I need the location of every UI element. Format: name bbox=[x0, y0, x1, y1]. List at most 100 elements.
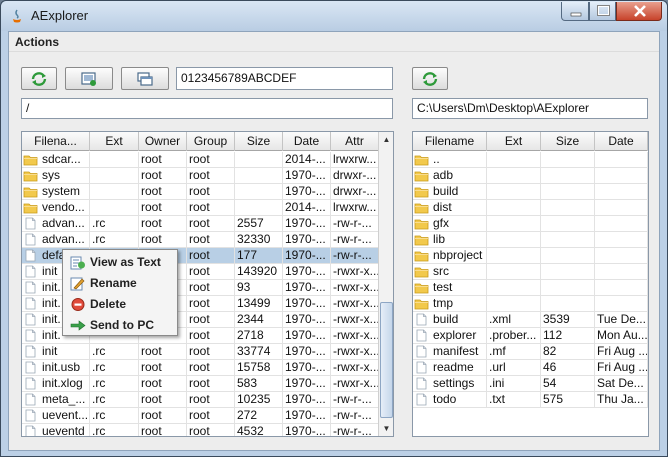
size-cell bbox=[541, 168, 595, 184]
device-table-row[interactable]: advan... .rc root root 2557 1970-... -rw-r-... bbox=[22, 216, 379, 232]
device-refresh-button[interactable] bbox=[21, 67, 57, 90]
pc-table-row[interactable]: tmp bbox=[413, 296, 648, 312]
device-table-row[interactable]: advan... .rc root root 32330 1970-... -rw-r-..… bbox=[22, 232, 379, 248]
date-cell: 2014-... bbox=[283, 152, 331, 168]
pc-table-row[interactable]: dist bbox=[413, 200, 648, 216]
group-cell: root bbox=[187, 280, 235, 296]
device-column-header[interactable]: Owner bbox=[139, 132, 187, 151]
attr-cell: drwxr-... bbox=[331, 184, 379, 200]
date-cell: Sat De... bbox=[595, 376, 648, 392]
windows-button[interactable] bbox=[121, 67, 169, 90]
owner-cell: root bbox=[139, 152, 187, 168]
scroll-down-arrow[interactable]: ▼ bbox=[379, 421, 393, 436]
pc-table-row[interactable]: build .xml 3539 Tue De... bbox=[413, 312, 648, 328]
pc-table-row[interactable]: settings .ini 54 Sat De... bbox=[413, 376, 648, 392]
menu-item-view-as-text[interactable]: View as Text bbox=[63, 252, 177, 273]
device-column-header[interactable]: Group bbox=[187, 132, 235, 151]
date-cell bbox=[595, 232, 648, 248]
pc-table-row[interactable]: .. bbox=[413, 152, 648, 168]
size-cell: 272 bbox=[235, 408, 283, 424]
menu-item-delete[interactable]: Delete bbox=[63, 294, 177, 315]
size-cell bbox=[541, 296, 595, 312]
date-cell: 1970-... bbox=[283, 232, 331, 248]
send-arrow-icon bbox=[70, 320, 86, 331]
pc-table-row[interactable]: readme .url 46 Fri Aug ... bbox=[413, 360, 648, 376]
group-cell: root bbox=[187, 152, 235, 168]
pc-path-field[interactable]: C:\Users\Dm\Desktop\AExplorer bbox=[412, 98, 648, 119]
device-table-row[interactable]: uevent... .rc root root 272 1970-... -rw-r-... bbox=[22, 408, 379, 424]
device-column-header[interactable]: Attr bbox=[331, 132, 379, 151]
device-table-row[interactable]: meta_... .rc root root 10235 1970-... -rw-r-..… bbox=[22, 392, 379, 408]
pc-refresh-button[interactable] bbox=[412, 67, 448, 90]
device-table-row[interactable]: vendo... root root 2014-... lrwxrw... bbox=[22, 200, 379, 216]
pc-table-row[interactable]: todo .txt 575 Thu Ja... bbox=[413, 392, 648, 408]
device-scrollbar[interactable]: ▲ ▼ bbox=[378, 132, 393, 436]
device-column-header[interactable]: Filena... bbox=[22, 132, 90, 151]
ext-cell bbox=[90, 184, 139, 200]
java-icon bbox=[13, 9, 21, 23]
maximize-button[interactable] bbox=[589, 2, 616, 21]
menu-item-label: Delete bbox=[90, 297, 127, 311]
device-table-row[interactable]: system root root 1970-... drwxr-... bbox=[22, 184, 379, 200]
date-cell: 1970-... bbox=[283, 264, 331, 280]
pc-column-header[interactable]: Filename bbox=[413, 132, 487, 151]
group-cell: root bbox=[187, 424, 235, 436]
date-cell: 1970-... bbox=[283, 312, 331, 328]
device-table-row[interactable]: init.xlog .rc root root 583 1970-... -rwxr-x..… bbox=[22, 376, 379, 392]
pc-column-header[interactable]: Size bbox=[541, 132, 595, 151]
pc-table-row[interactable]: manifest .mf 82 Fri Aug ... bbox=[413, 344, 648, 360]
device-column-header[interactable]: Size bbox=[235, 132, 283, 151]
screenshot-button[interactable] bbox=[65, 67, 113, 90]
pc-table-row[interactable]: nbproject bbox=[413, 248, 648, 264]
pc-table-row[interactable]: gfx bbox=[413, 216, 648, 232]
attr-cell: lrwxrw... bbox=[331, 152, 379, 168]
ext-cell: .ini bbox=[487, 376, 541, 392]
scroll-up-arrow[interactable]: ▲ bbox=[379, 132, 393, 147]
size-cell: 2344 bbox=[235, 312, 283, 328]
attr-cell: -rwxr-x... bbox=[333, 264, 379, 280]
name-cell: init bbox=[22, 344, 90, 360]
device-column-header[interactable]: Ext bbox=[90, 132, 139, 151]
device-path-field[interactable]: / bbox=[21, 98, 393, 119]
device-table-row[interactable]: ueventd .rc root root 4532 1970-... -rw-r-... bbox=[22, 424, 379, 436]
menu-actions[interactable]: Actions bbox=[15, 35, 59, 49]
date-cell: 1970-... bbox=[283, 424, 331, 436]
device-column-header[interactable]: Date bbox=[283, 132, 331, 151]
ext-cell: .mf bbox=[487, 344, 541, 360]
minimize-button[interactable] bbox=[561, 2, 589, 21]
pc-table-row[interactable]: src bbox=[413, 264, 648, 280]
name-cell: build bbox=[413, 184, 487, 200]
pc-column-header[interactable]: Ext bbox=[487, 132, 541, 151]
name-cell: nbproject bbox=[413, 248, 487, 264]
attr-cell: -rwxr-x... bbox=[333, 328, 379, 344]
pc-file-table[interactable]: Filename Ext Size Date .. adb build dist gfx lib… bbox=[412, 131, 649, 437]
pc-table-row[interactable]: lib bbox=[413, 232, 648, 248]
name-cell: todo bbox=[413, 392, 487, 408]
group-cell: root bbox=[187, 344, 235, 360]
name-cell: ueventd bbox=[22, 424, 90, 436]
group-cell: root bbox=[187, 376, 235, 392]
device-serial-field[interactable]: 0123456789ABCDEF bbox=[176, 67, 393, 90]
close-button[interactable] bbox=[616, 2, 662, 21]
menu-item-rename[interactable]: Rename bbox=[63, 273, 177, 294]
device-table-row[interactable]: sdcar... root root 2014-... lrwxrw... bbox=[22, 152, 379, 168]
pc-table-row[interactable]: explorer .prober... 112 Mon Au... bbox=[413, 328, 648, 344]
menu-item-send-to-pc[interactable]: Send to PC bbox=[63, 315, 177, 336]
name-cell: lib bbox=[413, 232, 487, 248]
pc-table-row[interactable]: test bbox=[413, 280, 648, 296]
owner-cell: root bbox=[139, 184, 187, 200]
device-table-row[interactable]: init.usb .rc root root 15758 1970-... -rwxr-x.… bbox=[22, 360, 379, 376]
scroll-thumb[interactable] bbox=[380, 302, 393, 418]
pc-table-row[interactable]: build bbox=[413, 184, 648, 200]
pc-column-header[interactable]: Date bbox=[595, 132, 648, 151]
delete-icon bbox=[71, 298, 85, 311]
size-cell: 46 bbox=[541, 360, 595, 376]
attr-cell: -rw-r-... bbox=[331, 248, 379, 264]
ext-cell bbox=[90, 152, 139, 168]
pc-table-row[interactable]: adb bbox=[413, 168, 648, 184]
device-table-row[interactable]: init .rc root root 33774 1970-... -rwxr-x... bbox=[22, 344, 379, 360]
name-cell: build bbox=[413, 312, 487, 328]
title-bar[interactable]: AExplorer bbox=[1, 1, 667, 31]
device-table-row[interactable]: sys root root 1970-... drwxr-... bbox=[22, 168, 379, 184]
ext-cell bbox=[90, 200, 139, 216]
